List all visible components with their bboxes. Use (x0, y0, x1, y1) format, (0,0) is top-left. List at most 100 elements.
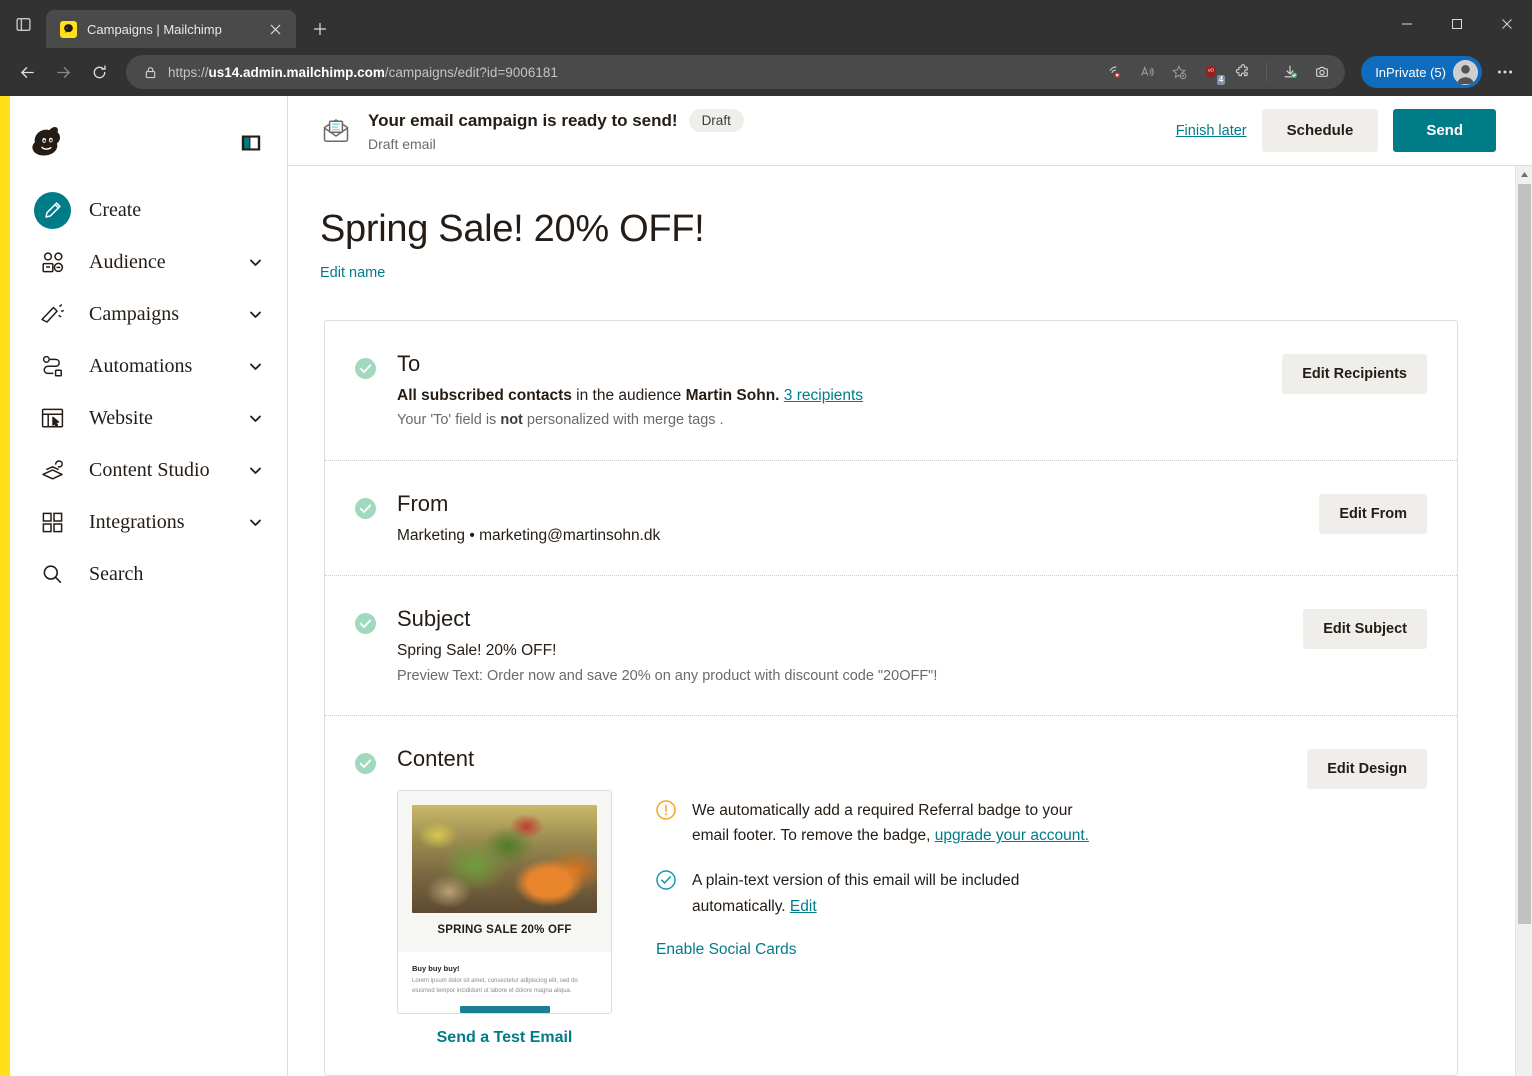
audience-icon (34, 244, 71, 281)
url-text: https://us14.admin.mailchimp.com/campaig… (168, 64, 558, 80)
edit-subject-button[interactable]: Edit Subject (1303, 609, 1427, 650)
plain-text-notice: A plain-text version of this email will … (656, 868, 1307, 918)
preview-body-heading: Buy buy buy! (412, 964, 460, 974)
preview-body: Buy buy buy! Lorem ipsum dolor sit amet,… (398, 952, 611, 1014)
referral-badge-text: We automatically add a required Referral… (692, 798, 1092, 848)
scrollbar-thumb[interactable] (1518, 184, 1531, 924)
read-aloud-icon[interactable] (1132, 57, 1162, 87)
browser-settings-icon[interactable] (1488, 55, 1522, 89)
lock-icon (142, 64, 158, 80)
section-content: Content SPRING SALE 20% OFF Buy buy buy!… (325, 715, 1457, 1075)
enable-social-cards-link[interactable]: Enable Social Cards (656, 941, 796, 959)
section-from-body: From Marketing • marketing@martinsohn.dk (376, 491, 1319, 547)
edit-design-button[interactable]: Edit Design (1307, 749, 1427, 790)
chevron-down-icon[interactable] (248, 411, 263, 426)
merge-note-post: personalized with merge tags . (522, 412, 724, 429)
recipients-count-link[interactable]: 3 recipients (784, 387, 863, 404)
section-title: To (397, 351, 421, 376)
campaign-type-label: Draft email (368, 136, 436, 152)
vertical-scrollbar[interactable] (1515, 166, 1532, 1076)
campaign-checklist-card: To All subscribed contacts in the audien… (324, 320, 1458, 1076)
plain-text-desc: A plain-text version of this email will … (692, 872, 1020, 915)
sidebar-item-content-studio[interactable]: Content Studio (10, 444, 287, 496)
browser-tab[interactable]: Campaigns | Mailchimp (46, 10, 296, 48)
sidebar-item-label: Create (89, 198, 142, 221)
preview-hero-caption: SPRING SALE 20% OFF (437, 924, 572, 937)
sidebar-item-automations[interactable]: Automations (10, 340, 287, 392)
grid-icon (34, 504, 71, 541)
ublock-badge-count: 4 (1216, 75, 1226, 85)
send-button[interactable]: Send (1393, 109, 1496, 152)
email-preview-thumbnail[interactable]: SPRING SALE 20% OFF Buy buy buy! Lorem i… (397, 790, 612, 1015)
app-sidebar: Create Audience Campaigns Automations We… (10, 96, 288, 1076)
campaign-header-text: Your email campaign is ready to send! Dr… (368, 109, 1160, 152)
scroll-up-icon[interactable] (1516, 166, 1532, 183)
sidebar-item-create[interactable]: Create (10, 184, 287, 236)
sidebar-item-campaigns[interactable]: Campaigns (10, 288, 287, 340)
edit-name-link[interactable]: Edit name (320, 265, 385, 281)
section-subject: Subject Spring Sale! 20% OFF! Preview Te… (325, 575, 1457, 715)
sidebar-item-search[interactable]: Search (10, 548, 287, 600)
reload-icon[interactable] (82, 55, 116, 89)
send-test-email-link[interactable]: Send a Test Email (397, 1029, 612, 1047)
merge-note-emphasis: not (500, 412, 523, 429)
tab-title: Campaigns | Mailchimp (87, 21, 222, 37)
sidebar-item-label: Search (89, 562, 144, 585)
new-tab-icon[interactable] (304, 13, 336, 45)
campaign-status-row: Your email campaign is ready to send! Dr… (368, 109, 1160, 132)
screenshot-icon[interactable] (1307, 57, 1337, 87)
brand-accent-strip (0, 96, 10, 1076)
tab-actions-icon[interactable] (0, 0, 46, 48)
check-circle-icon (656, 870, 676, 891)
media-cast-icon[interactable] (1100, 57, 1130, 87)
edit-recipients-button[interactable]: Edit Recipients (1282, 354, 1427, 394)
inprivate-profile-button[interactable]: InPrivate (5) (1361, 56, 1482, 88)
close-icon[interactable] (264, 18, 286, 40)
extensions-icon[interactable] (1228, 57, 1258, 87)
mailchimp-freddie-logo[interactable] (27, 122, 69, 164)
avatar (1453, 59, 1478, 85)
content-preview-area: SPRING SALE 20% OFF Buy buy buy! Lorem i… (397, 790, 1307, 1047)
subject-value: Spring Sale! 20% OFF! (397, 642, 557, 660)
ublock-origin-icon[interactable]: uO 4 (1196, 57, 1226, 87)
sidebar-item-label: Website (89, 406, 153, 429)
upgrade-account-link[interactable]: upgrade your account. (935, 827, 1089, 844)
schedule-button[interactable]: Schedule (1261, 109, 1379, 152)
main-content: Your email campaign is ready to send! Dr… (288, 96, 1532, 1076)
warning-icon (656, 800, 676, 820)
chevron-down-icon[interactable] (248, 515, 263, 530)
chevron-down-icon[interactable] (248, 255, 263, 270)
preview-cta-row (412, 997, 597, 1014)
sidebar-item-website[interactable]: Website (10, 392, 287, 444)
merge-note-pre: Your 'To' field is (397, 412, 501, 429)
back-icon[interactable] (10, 55, 44, 89)
chevron-down-icon[interactable] (248, 463, 263, 478)
edit-from-button[interactable]: Edit From (1319, 494, 1427, 534)
chevron-down-icon[interactable] (248, 359, 263, 374)
sidebar-item-audience[interactable]: Audience (10, 236, 287, 288)
recipients-scope: All subscribed contacts (397, 387, 572, 404)
sidebar-item-integrations[interactable]: Integrations (10, 496, 287, 548)
scroll-area: Spring Sale! 20% OFF! Edit name To All s… (288, 166, 1532, 1076)
downloads-icon[interactable] (1275, 57, 1305, 87)
collapse-sidebar-icon[interactable] (241, 133, 261, 153)
plain-text-body: A plain-text version of this email will … (692, 868, 1092, 918)
preview-text-value: Preview Text: Order now and save 20% on … (397, 667, 938, 684)
forward-icon[interactable] (46, 55, 80, 89)
sidebar-item-label: Automations (89, 354, 193, 377)
chevron-down-icon[interactable] (248, 307, 263, 322)
from-value: Marketing • marketing@martinsohn.dk (397, 527, 661, 544)
minimize-icon[interactable] (1382, 0, 1432, 48)
address-bar[interactable]: https://us14.admin.mailchimp.com/campaig… (126, 55, 1346, 89)
close-window-icon[interactable] (1482, 0, 1532, 48)
add-favorite-icon[interactable] (1164, 57, 1194, 87)
finish-later-link[interactable]: Finish later (1176, 123, 1247, 139)
inprivate-label: InPrivate (5) (1375, 64, 1446, 80)
edit-plain-text-link[interactable]: Edit (790, 898, 817, 915)
section-from: From Marketing • marketing@martinsohn.dk… (325, 460, 1457, 575)
preview-hero: SPRING SALE 20% OFF (398, 791, 611, 953)
maximize-icon[interactable] (1432, 0, 1482, 48)
check-circle-icon (355, 498, 376, 519)
search-icon (34, 556, 71, 593)
omnibox-actions: uO 4 (1100, 57, 1337, 87)
